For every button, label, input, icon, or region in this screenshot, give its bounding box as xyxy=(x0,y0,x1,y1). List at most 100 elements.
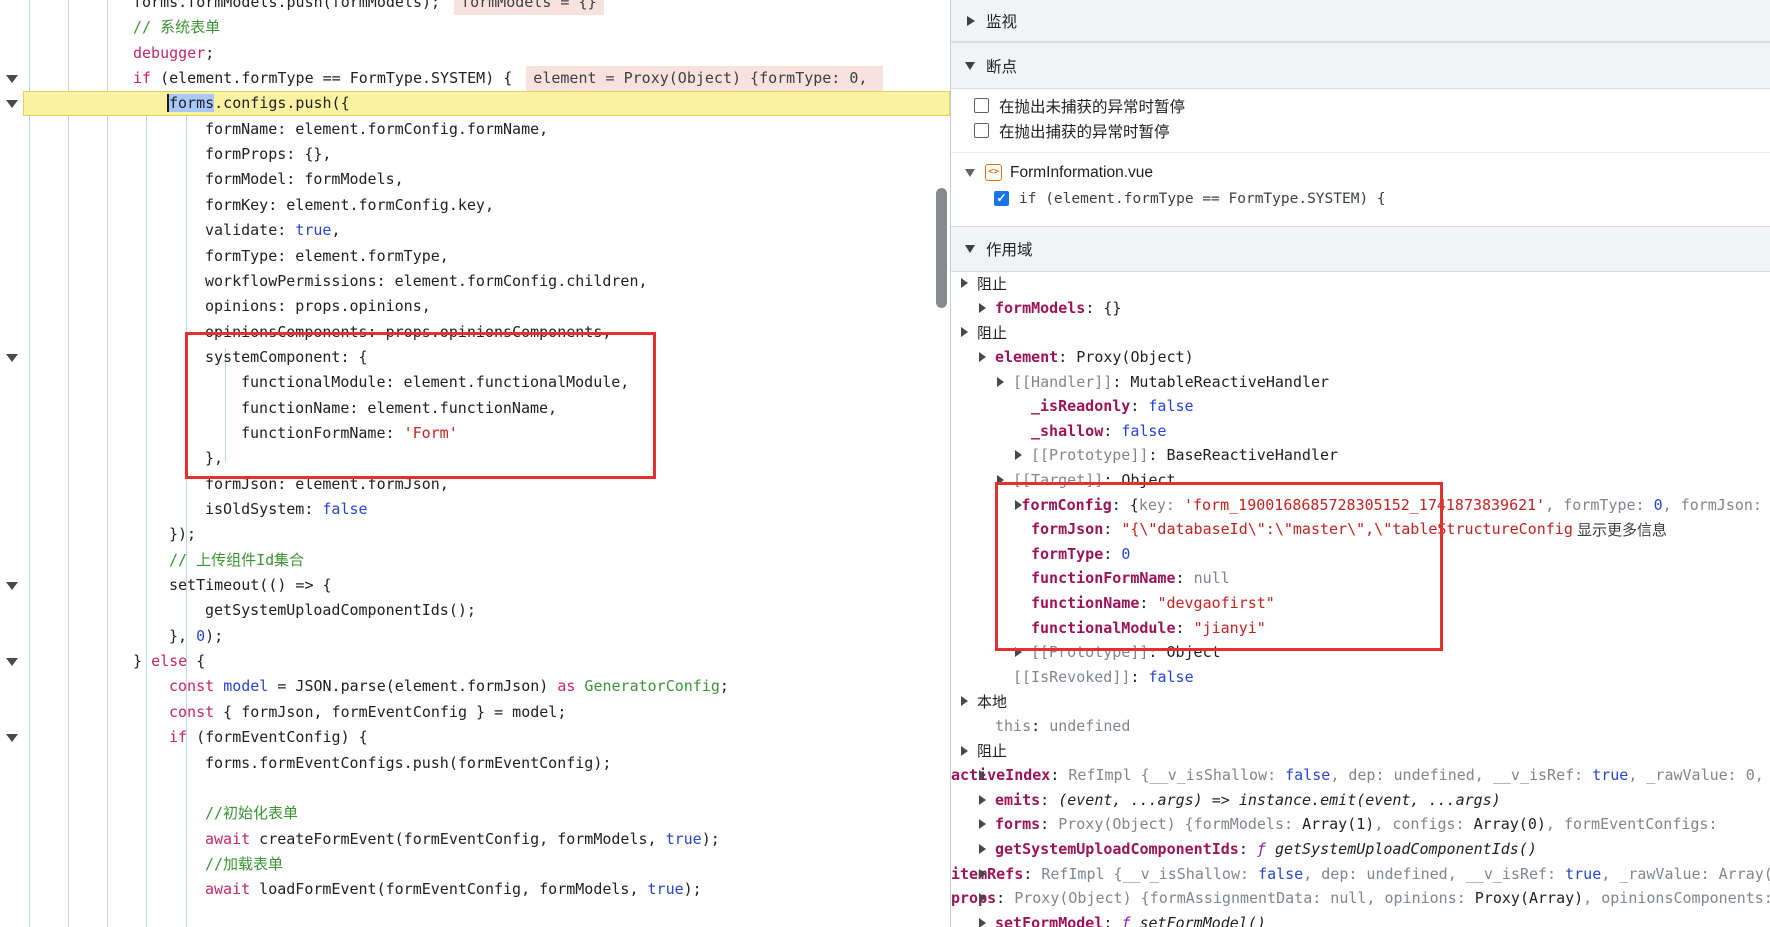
code-token: if xyxy=(169,728,187,746)
tree-expand-icon[interactable] xyxy=(979,352,986,362)
scope-value-token: , dep: undefined, __v_isRef: xyxy=(1303,865,1565,883)
tree-expand-icon[interactable] xyxy=(979,303,986,313)
code-line[interactable]: if (element.formType == FormType.SYSTEM)… xyxy=(23,66,950,91)
code-token: (formEventConfig) { xyxy=(187,728,368,746)
code-line[interactable]: forms.formEventConfigs.push(formEventCon… xyxy=(23,751,950,776)
scope-value-token: Proxy(Object) xyxy=(1076,348,1193,366)
scope-row-element[interactable]: element: Proxy(Object) xyxy=(951,345,1770,370)
tree-expand-icon[interactable] xyxy=(979,795,986,805)
tree-expand-icon[interactable] xyxy=(961,746,968,756)
code-line[interactable]: formModel: formModels, xyxy=(23,167,950,192)
watch-section-header[interactable]: 监视 xyxy=(951,0,1770,42)
tree-expand-icon[interactable] xyxy=(979,844,986,854)
code-token: } xyxy=(133,652,151,670)
breakpoints-section-header[interactable]: 断点 xyxy=(951,42,1770,89)
scope-row-Prototype[interactable]: [[Prototype]]: BaseReactiveHandler xyxy=(951,443,1770,468)
tree-expand-icon[interactable] xyxy=(961,278,968,288)
scope-row-itemRefs[interactable]: itemRefs: RefImpl {__v_isShallow: false,… xyxy=(951,861,1770,886)
scope-row-_isReadonly[interactable]: _isReadonly: false xyxy=(951,394,1770,419)
fold-arrow-icon[interactable] xyxy=(6,354,18,362)
scope-value-token: , _rawValue: Array(0) xyxy=(1601,865,1770,883)
scope-row-formModels[interactable]: formModels: {} xyxy=(951,296,1770,321)
scope-row-section[interactable]: 阻止 xyxy=(951,271,1770,296)
scope-row-getSystemUploadComponentIds[interactable]: getSystemUploadComponentIds: ƒ getSystem… xyxy=(951,837,1770,862)
code-line[interactable]: getSystemUploadComponentIds(); xyxy=(23,598,950,623)
breakpoint-checkbox[interactable]: ✓ xyxy=(994,191,1009,206)
code-line[interactable]: opinions: props.opinions, xyxy=(23,294,950,319)
code-line[interactable]: }, 0); xyxy=(23,624,950,649)
scope-row-emits[interactable]: emits: (event, ...args) => instance.emit… xyxy=(951,788,1770,813)
scope-row-IsRevoked[interactable]: [[IsRevoked]]: false xyxy=(951,665,1770,690)
scope-row-setFormModel[interactable]: setFormModel: ƒ setFormModel() xyxy=(951,911,1770,927)
code-line[interactable]: formKey: element.formConfig.key, xyxy=(23,193,950,218)
tree-expand-icon[interactable] xyxy=(961,327,968,337)
code-line[interactable]: isOldSystem: false xyxy=(23,497,950,522)
tree-expand-icon[interactable] xyxy=(979,869,986,879)
code-line[interactable]: validate: true, xyxy=(23,218,950,243)
code-line[interactable]: await loadFormEvent(formEventConfig, for… xyxy=(23,877,950,902)
code-line[interactable]: }); xyxy=(23,522,950,547)
tree-expand-icon[interactable] xyxy=(1015,450,1022,460)
scope-section-header[interactable]: 作用域 xyxy=(951,226,1770,272)
scope-row-section[interactable]: 本地 xyxy=(951,689,1770,714)
tree-expand-icon[interactable] xyxy=(997,377,1004,387)
pause-on-uncaught-checkbox[interactable] xyxy=(974,98,989,113)
code-line[interactable]: } else { xyxy=(23,649,950,674)
code-line[interactable]: forms.formModels.push(formModels);formMo… xyxy=(23,0,950,15)
code-line[interactable]: //加载表单 xyxy=(23,852,950,877)
show-more-link[interactable]: 显示更多信息 xyxy=(1573,519,1667,540)
tree-expand-icon[interactable] xyxy=(979,770,986,780)
scope-row-section[interactable]: 阻止 xyxy=(951,320,1770,345)
scope-row-_shallow[interactable]: _shallow: false xyxy=(951,419,1770,444)
tree-expand-icon[interactable] xyxy=(979,918,986,927)
tree-expand-icon[interactable] xyxy=(961,696,968,706)
scope-row-section[interactable]: 阻止 xyxy=(951,738,1770,763)
fold-arrow-icon[interactable] xyxy=(6,734,18,742)
pause-on-uncaught-row[interactable]: 在抛出未捕获的异常时暂停 xyxy=(951,93,1770,118)
breakpoint-entry[interactable]: ✓ if (element.formType == FormType.SYSTE… xyxy=(951,186,1770,211)
code-line[interactable]: // 系统表单 xyxy=(23,15,950,40)
code-line[interactable]: formName: element.formConfig.formName, xyxy=(23,117,950,142)
scope-row-this[interactable]: this: undefined xyxy=(951,714,1770,739)
chevron-right-icon[interactable] xyxy=(967,16,975,26)
code-line[interactable]: const model = JSON.parse(element.formJso… xyxy=(23,674,950,699)
code-token: forms.formEventConfigs.push(formEventCon… xyxy=(205,754,611,772)
code-line[interactable]: await createFormEvent(formEventConfig, f… xyxy=(23,827,950,852)
code-line[interactable]: workflowPermissions: element.formConfig.… xyxy=(23,269,950,294)
code-line[interactable]: setTimeout(() => { xyxy=(23,573,950,598)
chevron-down-icon[interactable] xyxy=(965,62,975,70)
pause-on-uncaught-label: 在抛出未捕获的异常时暂停 xyxy=(999,95,1185,117)
code-line[interactable]: //初始化表单 xyxy=(23,801,950,826)
code-line[interactable]: // 上传组件Id集合 xyxy=(23,548,950,573)
fold-arrow-icon[interactable] xyxy=(6,658,18,666)
fold-arrow-icon[interactable] xyxy=(6,75,18,83)
code-line[interactable]: formType: element.formType, xyxy=(23,244,950,269)
scrollbar-thumb[interactable] xyxy=(936,188,947,308)
breakpoint-file-group[interactable]: <> FormInformation.vue xyxy=(951,160,1770,185)
separator: : xyxy=(1050,766,1068,784)
scope-variable-name: getSystemUploadComponentIds xyxy=(995,840,1239,858)
tree-expand-icon[interactable] xyxy=(979,819,986,829)
scope-row-activeIndex[interactable]: activeIndex: RefImpl {__v_isShallow: fal… xyxy=(951,763,1770,788)
code-line[interactable]: debugger; xyxy=(23,41,950,66)
code-token: setTimeout(() => { xyxy=(169,576,332,594)
pause-on-caught-row[interactable]: 在抛出捕获的异常时暂停 xyxy=(951,118,1770,143)
scope-value-token: ƒ xyxy=(1121,914,1139,927)
code-line[interactable] xyxy=(23,776,950,801)
scope-row-props[interactable]: props: Proxy(Object) {formAssignmentData… xyxy=(951,886,1770,911)
code-line[interactable]: formProps: {}, xyxy=(23,142,950,167)
code-line[interactable]: if (formEventConfig) { xyxy=(23,725,950,750)
code-line[interactable] xyxy=(23,903,950,927)
code-line[interactable]: const { formJson, formEventConfig } = mo… xyxy=(23,700,950,725)
scope-row-Handler[interactable]: [[Handler]]: MutableReactiveHandler xyxy=(951,369,1770,394)
fold-arrow-icon[interactable] xyxy=(6,582,18,590)
scope-row-forms[interactable]: forms: Proxy(Object) {formModels: Array(… xyxy=(951,812,1770,837)
editor-vertical-scrollbar[interactable] xyxy=(934,0,948,927)
chevron-down-icon[interactable] xyxy=(965,245,975,253)
code-line-current[interactable]: forms.configs.push({ xyxy=(23,91,950,116)
code-token: GeneratorConfig xyxy=(584,677,719,695)
pause-on-caught-checkbox[interactable] xyxy=(974,123,989,138)
fold-arrow-icon[interactable] xyxy=(6,100,18,108)
tree-expand-icon[interactable] xyxy=(979,893,986,903)
chevron-down-icon[interactable] xyxy=(965,169,975,177)
